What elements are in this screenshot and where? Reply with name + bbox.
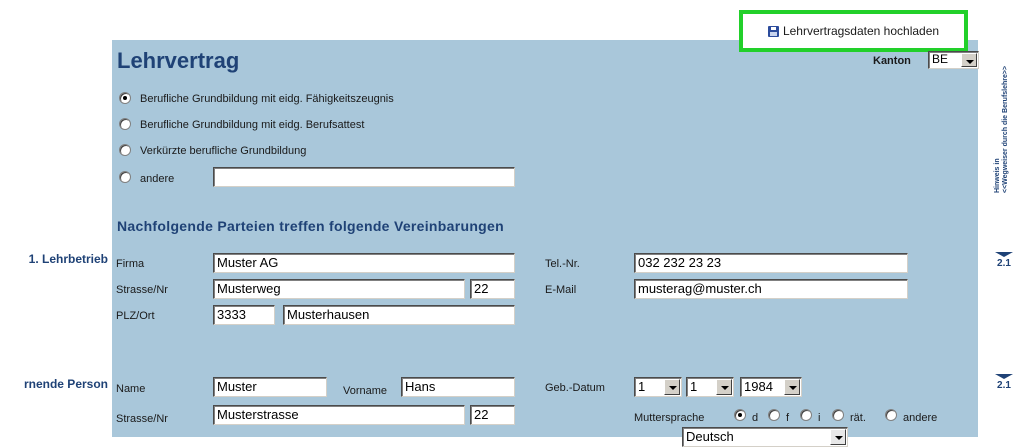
radio-eba-label: Berufliche Grundbildung mit eidg. Berufs… [140, 119, 365, 131]
vorname-label: Vorname [343, 385, 388, 397]
firma-label: Firma [116, 258, 145, 270]
dob-year-value: 1984 [744, 379, 773, 394]
name-input[interactable]: Muster [213, 377, 327, 397]
arrow-down-icon [995, 252, 1013, 257]
chevron-down-icon [664, 379, 680, 395]
language-other-select[interactable]: Deutsch [682, 427, 848, 447]
section-marker-learner[interactable]: 2.1 [993, 374, 1015, 391]
language-radio-i-label: i [818, 412, 821, 424]
name-label: Name [116, 383, 146, 395]
radio-efz[interactable] [119, 92, 131, 104]
section-marker-company[interactable]: 2.1 [993, 252, 1015, 269]
firma-input[interactable]: Muster AG [213, 253, 515, 273]
kanton-label: Kanton [873, 55, 911, 67]
language-radio-f[interactable] [768, 409, 780, 421]
company-ort-input[interactable]: Musterhausen [283, 305, 515, 325]
arrow-down-icon [995, 374, 1013, 379]
dob-month-value: 1 [690, 379, 698, 394]
learner-street-label: Strasse/Nr [116, 413, 168, 425]
learner-street-no-input[interactable]: 22 [470, 405, 515, 425]
hint-text-line1: Hinweis in [994, 158, 1001, 193]
dob-label: Geb.-Datum [545, 382, 605, 394]
chevron-down-icon [830, 429, 846, 445]
page-title: Lehrvertrag [117, 48, 240, 73]
email-label: E-Mail [545, 284, 577, 296]
language-radio-raet[interactable] [832, 409, 844, 421]
language-radio-d-label: d [752, 412, 759, 424]
company-street-no-input[interactable]: 22 [470, 279, 515, 299]
chevron-down-icon [961, 53, 977, 67]
language-radio-d[interactable] [734, 409, 746, 421]
dob-day-select[interactable]: 1 [634, 377, 682, 397]
dob-day-value: 1 [638, 379, 646, 394]
learner-street-input[interactable]: Musterstrasse [213, 405, 465, 425]
company-street-input[interactable]: Musterweg [213, 279, 465, 299]
other-training-input[interactable] [213, 167, 515, 187]
marker-label: 2.1 [997, 258, 1011, 269]
company-plz-input[interactable]: 3333 [213, 305, 275, 325]
chevron-down-icon [716, 379, 732, 395]
learner-section-label: rnende Person [23, 377, 108, 391]
upload-contract-data-link[interactable]: Lehrvertragsdaten hochladen [739, 10, 968, 52]
language-radio-andere[interactable] [885, 409, 897, 421]
dob-year-select[interactable]: 1984 [740, 377, 802, 397]
section-title: Nachfolgende Parteien treffen folgende V… [117, 218, 504, 234]
kanton-select-value: BE [932, 52, 949, 66]
save-icon [767, 25, 779, 37]
marker-label: 2.1 [997, 380, 1011, 391]
radio-verkuerzt-label: Verkürzte berufliche Grundbildung [140, 145, 307, 157]
company-section-label: 1. Lehrbetrieb [28, 252, 108, 266]
language-radio-f-label: f [786, 412, 790, 424]
dob-month-select[interactable]: 1 [686, 377, 734, 397]
hint-text-line2[interactable]: <<Wegweiser durch die Berufslehre>> [1002, 66, 1010, 193]
radio-efz-label: Berufliche Grundbildung mit eidg. Fähigk… [140, 93, 394, 105]
language-radio-i[interactable] [800, 409, 812, 421]
vorname-input[interactable]: Hans [401, 377, 515, 397]
language-radio-raet-label: rät. [850, 412, 866, 424]
radio-eba[interactable] [119, 118, 131, 130]
tel-input[interactable]: 032 232 23 23 [634, 253, 908, 273]
company-street-label: Strasse/Nr [116, 284, 168, 296]
language-label: Muttersprache [634, 412, 705, 424]
chevron-down-icon [784, 379, 800, 395]
radio-andere-label: andere [140, 173, 175, 185]
tel-label: Tel.-Nr. [545, 258, 580, 270]
language-radio-andere-label: andere [903, 412, 938, 424]
upload-link-label: Lehrvertragsdaten hochladen [782, 24, 940, 38]
email-input[interactable]: musterag@muster.ch [634, 279, 908, 299]
company-plz-ort-label: PLZ/Ort [116, 310, 155, 322]
radio-verkuerzt[interactable] [119, 144, 131, 156]
radio-andere[interactable] [119, 171, 131, 183]
kanton-select[interactable]: BE [928, 51, 979, 69]
